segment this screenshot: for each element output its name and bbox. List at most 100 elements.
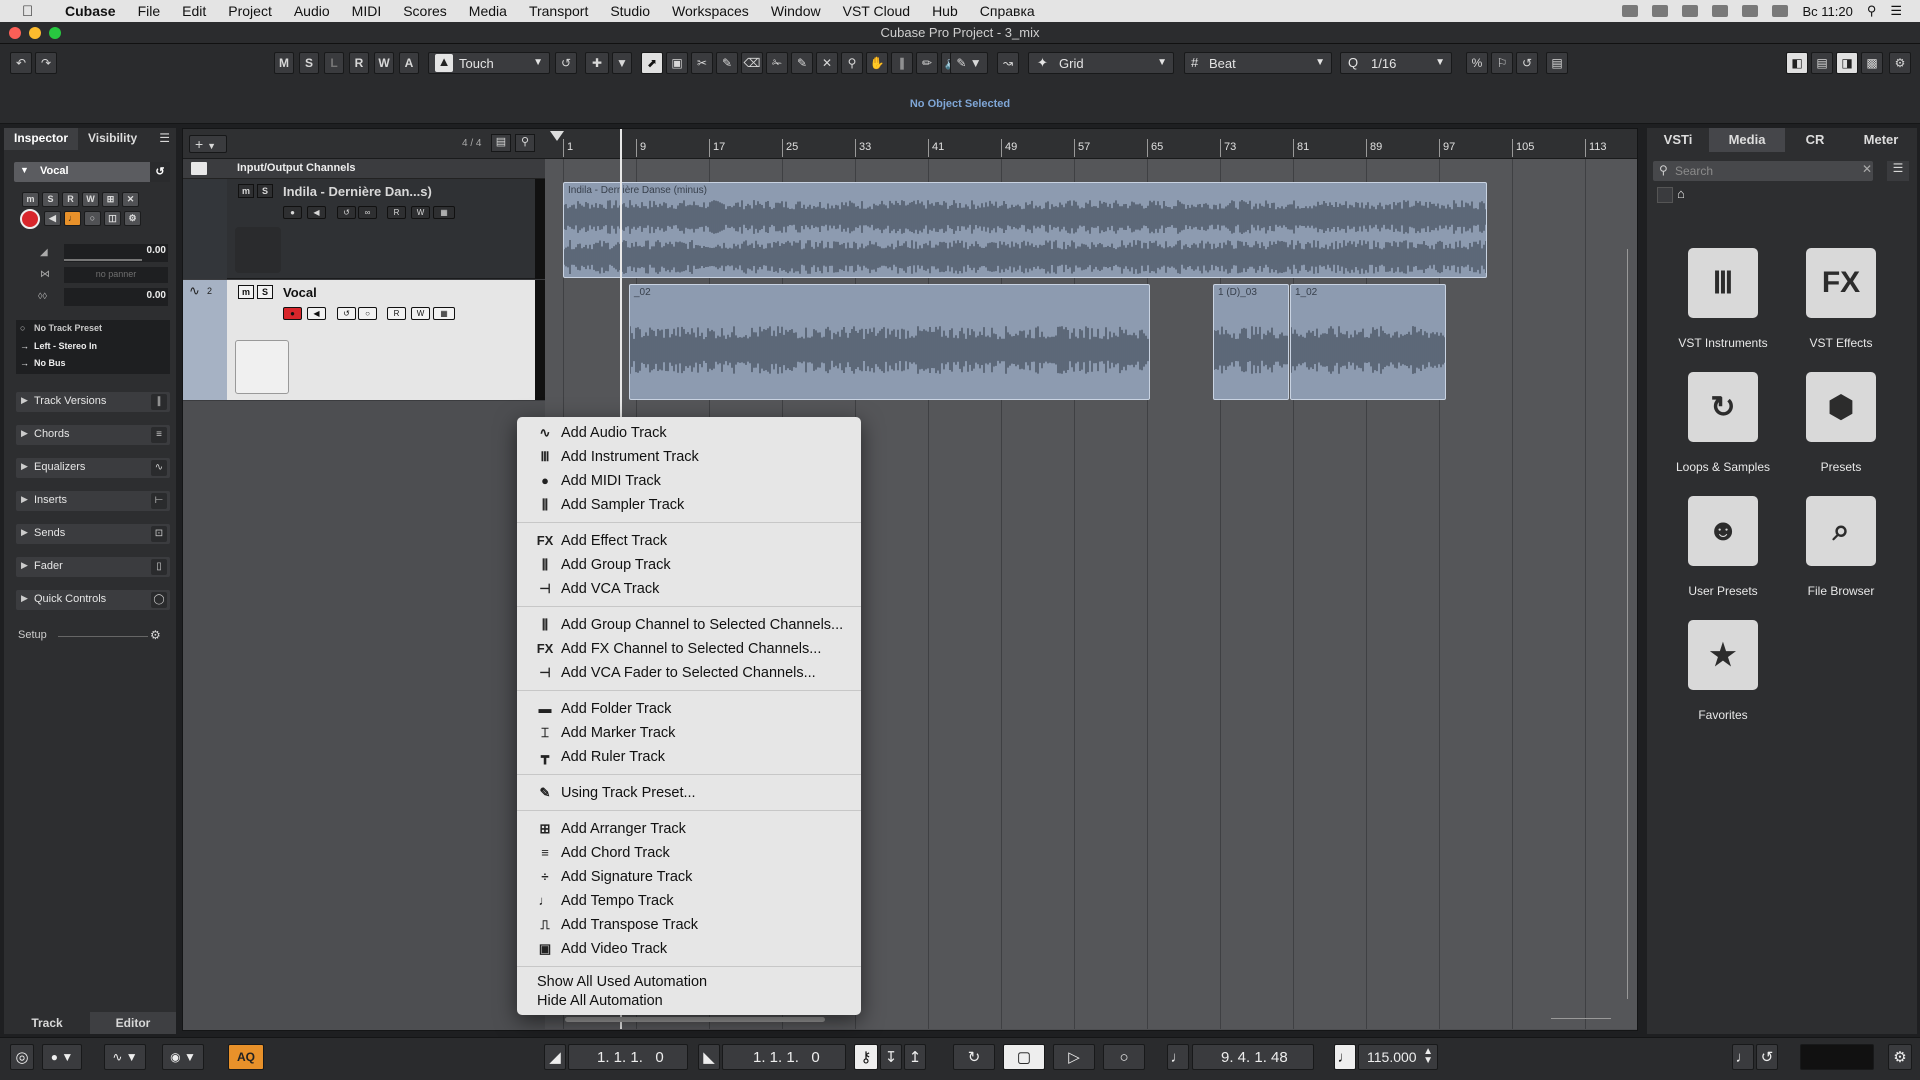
tempo-display[interactable]: 115.000 ▲ ▼	[1358, 1044, 1438, 1070]
vertical-scrollbar[interactable]	[1623, 159, 1633, 1019]
track-read-button[interactable]: R	[387, 206, 406, 219]
tab-editor[interactable]: Editor	[90, 1012, 176, 1034]
menu-file[interactable]: File	[127, 3, 172, 19]
listen-all-button[interactable]: L	[324, 52, 344, 74]
performance-icon[interactable]: ◎	[10, 1044, 34, 1070]
menu-window[interactable]: Window	[760, 3, 832, 19]
find-track-icon[interactable]: ⚲	[515, 134, 535, 152]
cycle-button[interactable]: ↻	[953, 1044, 995, 1070]
left-locator-display[interactable]: 1. 1. 1. 0	[568, 1044, 688, 1070]
timewarp-tool-icon[interactable]: ∥	[891, 52, 913, 74]
status-icon-1[interactable]	[1622, 5, 1639, 17]
read-all-button[interactable]: R	[349, 52, 369, 74]
clear-search-icon[interactable]: ✕	[1862, 162, 1872, 176]
edit-in-place-button[interactable]: ⚙	[124, 211, 141, 226]
list-view-icon[interactable]: ☰	[1887, 161, 1909, 181]
position-display[interactable]: 9. 4. 1. 48	[1192, 1044, 1314, 1070]
metronome-icon[interactable]: ♩	[1732, 1044, 1754, 1070]
menu-item-add-video-track[interactable]: ▣ Add Video Track	[517, 937, 861, 961]
audio-event-indila[interactable]: Indila - Dernière Danse (minus)	[563, 182, 1487, 278]
record-mode-icon[interactable]: ● ▼	[42, 1044, 82, 1070]
redo-button[interactable]: ↷	[35, 52, 57, 74]
timebase-button[interactable]: ○	[84, 211, 101, 226]
volume-fader[interactable]: 0.00	[64, 244, 168, 262]
menu-item-add-sampler-track[interactable]: ⫼ Add Sampler Track	[517, 493, 861, 517]
tab-media[interactable]: Media	[1709, 128, 1785, 152]
erase-tool-icon[interactable]: ⌫	[741, 52, 763, 74]
home-icon[interactable]: ⌂	[1677, 186, 1685, 201]
menu-item-add-tempo-track[interactable]: ♩ Add Tempo Track	[517, 889, 861, 913]
tab-track[interactable]: Track	[4, 1012, 90, 1034]
mute-all-button[interactable]: M	[274, 52, 294, 74]
range-tool-icon[interactable]: ▣	[666, 52, 688, 74]
split-tool-icon[interactable]: ✂	[691, 52, 713, 74]
collapse-arrow-icon[interactable]: ▼	[20, 165, 29, 175]
track-write-button[interactable]: W	[411, 307, 430, 320]
cut-tool-icon[interactable]: ✁	[766, 52, 788, 74]
setup-gear-icon[interactable]: ⚙	[150, 628, 161, 642]
back-button[interactable]	[1657, 187, 1673, 203]
menu-item-hide-all-automation[interactable]: Hide All Automation	[517, 992, 861, 1011]
show-right-zone-icon[interactable]: ◨	[1836, 52, 1858, 74]
menu-vst-cloud[interactable]: VST Cloud	[832, 3, 921, 19]
primary-time-format-icon[interactable]: ♩	[1167, 1044, 1189, 1070]
play-button[interactable]: ▷	[1053, 1044, 1095, 1070]
automation-button[interactable]: A	[399, 52, 419, 74]
read-automation-button[interactable]: R	[62, 192, 79, 207]
media-search-input[interactable]: ⚲ Search	[1653, 161, 1873, 181]
write-all-button[interactable]: W	[374, 52, 394, 74]
section-equalizers[interactable]: ▶ Equalizers ∿	[16, 458, 170, 478]
media-item-vst-instruments[interactable]: Ⅲ VST Instruments	[1663, 248, 1783, 350]
audio-event-d-03[interactable]: 1 (D)_03	[1213, 284, 1289, 400]
airplay-icon[interactable]	[1712, 5, 1729, 17]
menu-scores[interactable]: Scores	[392, 3, 458, 19]
notification-center-icon[interactable]: ☰	[1890, 3, 1902, 19]
track-mute-button[interactable]: m	[238, 184, 254, 198]
volume-fader-handle[interactable]	[64, 259, 142, 261]
nudge-icon[interactable]: ✚	[585, 52, 609, 74]
menu-item-add-audio-track[interactable]: ∿ Add Audio Track	[517, 421, 861, 445]
track-mute-button[interactable]: m	[238, 285, 254, 299]
quantize-select[interactable]: Q 1/16 ▼	[1340, 52, 1452, 74]
section-fader[interactable]: ▶ Fader ▯	[16, 557, 170, 577]
tab-cr[interactable]: CR	[1785, 128, 1845, 152]
tab-vsti[interactable]: VSTi	[1647, 128, 1709, 152]
track-monitor-button[interactable]: ◀	[307, 206, 326, 219]
stop-button[interactable]: ▢	[1003, 1044, 1045, 1070]
track-read-button[interactable]: R	[387, 307, 406, 320]
zoom-slider[interactable]	[1551, 1018, 1611, 1019]
track-row-selected[interactable]: ∿ 2 m S Vocal ● ◀ ↺ ○ R W ▦	[183, 280, 545, 400]
iterative-quantize-icon[interactable]: %	[1466, 52, 1488, 74]
lock-icon[interactable]: ⚷	[854, 1044, 878, 1070]
glue-tool-icon[interactable]: ✎	[716, 52, 738, 74]
media-item-user-presets[interactable]: ☻ User Presets	[1663, 496, 1783, 598]
lanes-button[interactable]: ⊞	[102, 192, 119, 207]
menu-audio[interactable]: Audio	[283, 3, 341, 19]
track-solo-button[interactable]: S	[257, 285, 273, 299]
ruler[interactable]: 1 9 17 25 33 41 49 57 65 73 81 89 97 105 113	[545, 129, 1637, 159]
menu-item-add-folder-track[interactable]: ▬ Add Folder Track	[517, 697, 861, 721]
tempo-stepper-icon[interactable]: ▲ ▼	[1423, 1047, 1433, 1066]
lock-button[interactable]: ◫	[104, 211, 121, 226]
input-routing-field[interactable]: → Left - Stereo In	[20, 341, 166, 351]
hand-tool-icon[interactable]: ✋	[866, 52, 888, 74]
go-to-left-locator-icon[interactable]: ◢	[544, 1044, 566, 1070]
menu-studio[interactable]: Studio	[599, 3, 661, 19]
inspector-track-header[interactable]: ▼ Vocal ↺	[14, 162, 170, 182]
menu-item-add-chord-track[interactable]: ≡ Add Chord Track	[517, 841, 861, 865]
auto-quantize-button[interactable]: AQ	[228, 1044, 264, 1070]
menu-item-add-signature-track[interactable]: ÷ Add Signature Track	[517, 865, 861, 889]
menu-item-add-vca-track[interactable]: ⊣ Add VCA Track	[517, 577, 861, 601]
inspector-menu-icon[interactable]: ☰	[159, 131, 170, 145]
track-name[interactable]: Vocal	[283, 285, 317, 300]
pan-control[interactable]: no panner	[64, 267, 168, 283]
audio-mode-icon[interactable]: ∿ ▼	[104, 1044, 146, 1070]
menu-help[interactable]: Справка	[969, 3, 1046, 19]
solo-all-button[interactable]: S	[299, 52, 319, 74]
write-automation-button[interactable]: W	[82, 192, 99, 207]
show-lower-zone-icon[interactable]: ▤	[1811, 52, 1833, 74]
menu-item-add-instrument-track[interactable]: Ⅲ Add Instrument Track	[517, 445, 861, 469]
track-timebase-button[interactable]: ↺	[337, 206, 356, 219]
section-quick-controls[interactable]: ▶ Quick Controls ◯	[16, 590, 170, 610]
color-tool-icon[interactable]: ✎ ▼	[950, 52, 988, 74]
